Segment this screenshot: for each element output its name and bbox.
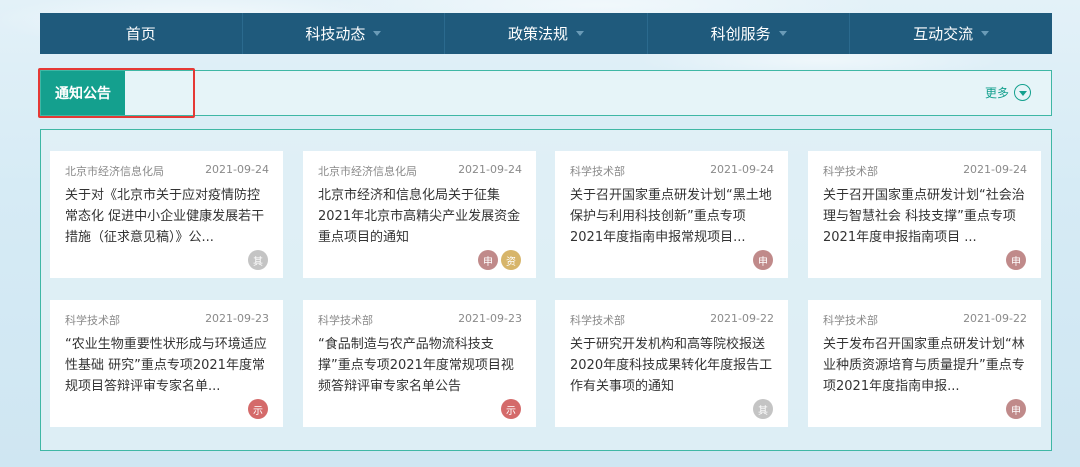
- category-tag-badge: 资: [501, 250, 521, 270]
- notice-card[interactable]: 科学技术部 2021-09-22 关于发布召开国家重点研发计划“林业种质资源培育与质…: [808, 300, 1041, 427]
- category-tag-badge: 申: [1006, 250, 1026, 270]
- card-tags: 申: [1006, 399, 1026, 419]
- card-title[interactable]: 关于召开国家重点研发计划“黑土地保护与利用科技创新”重点专项2021年度指南申报…: [570, 185, 774, 248]
- card-title[interactable]: 北京市经济和信息化局关于征集2021年北京市高精尖产业发展资金重点项目的通知: [318, 185, 522, 248]
- card-source: 科学技术部: [823, 314, 878, 327]
- card-meta: 北京市经济信息化局 2021-09-24: [318, 163, 522, 179]
- notice-card[interactable]: 科学技术部 2021-09-24 关于召开国家重点研发计划“黑土地保护与利用科技创新…: [555, 151, 788, 278]
- more-label: 更多: [984, 86, 1009, 100]
- card-meta: 科学技术部 2021-09-23: [65, 312, 269, 328]
- notice-card[interactable]: 科学技术部 2021-09-23 “食品制造与农产品物流科技支撑”重点专项2021年…: [303, 300, 536, 427]
- card-meta: 科学技术部 2021-09-24: [570, 163, 774, 179]
- card-tags: 示: [248, 399, 268, 419]
- card-meta: 科学技术部 2021-09-24: [823, 163, 1027, 179]
- nav-item-home[interactable]: 首页: [40, 13, 243, 54]
- card-meta: 科学技术部 2021-09-23: [318, 312, 522, 328]
- card-title[interactable]: “农业生物重要性状形成与环境适应性基础 研究”重点专项2021年度常规项目答辩评…: [65, 334, 269, 397]
- category-tag-badge: 其: [248, 250, 268, 270]
- category-tag-badge: 申: [1006, 399, 1026, 419]
- category-tag-badge: 示: [248, 399, 268, 419]
- card-date: 2021-09-24: [963, 163, 1027, 176]
- notice-card[interactable]: 科学技术部 2021-09-23 “农业生物重要性状形成与环境适应性基础 研究”重点…: [50, 300, 283, 427]
- notice-card[interactable]: 科学技术部 2021-09-24 关于召开国家重点研发计划“社会治理与智慧社会 科技…: [808, 151, 1041, 278]
- card-tags: 示: [501, 399, 521, 419]
- card-meta: 科学技术部 2021-09-22: [570, 312, 774, 328]
- category-tag-badge: 示: [501, 399, 521, 419]
- chevron-down-icon: [981, 31, 990, 36]
- card-title[interactable]: 关于发布召开国家重点研发计划“林业种质资源培育与质量提升”重点专项2021年度指…: [823, 334, 1027, 397]
- card-tags: 其: [753, 399, 773, 419]
- card-date: 2021-09-22: [710, 312, 774, 325]
- chevron-down-circle-icon: [1014, 84, 1031, 101]
- notice-grid: 北京市经济信息化局 2021-09-24 关于对《北京市关于应对疫情防控常态化 促进…: [40, 129, 1052, 451]
- card-date: 2021-09-24: [205, 163, 269, 176]
- nav-item-label: 科创服务: [710, 25, 771, 43]
- card-source: 科学技术部: [823, 165, 878, 178]
- nav-item-innovation-service[interactable]: 科创服务: [648, 13, 851, 54]
- card-tags: 申: [753, 250, 773, 270]
- card-date: 2021-09-24: [710, 163, 774, 176]
- card-source: 科学技术部: [65, 314, 120, 327]
- more-link[interactable]: 更多: [985, 84, 1031, 101]
- nav-item-label: 首页: [125, 25, 156, 43]
- nav-item-label: 科技动态: [305, 25, 366, 43]
- card-source: 北京市经济信息化局: [65, 165, 164, 178]
- card-source: 科学技术部: [570, 165, 625, 178]
- notice-card[interactable]: 北京市经济信息化局 2021-09-24 北京市经济和信息化局关于征集2021年北京…: [303, 151, 536, 278]
- card-title[interactable]: 关于召开国家重点研发计划“社会治理与智慧社会 科技支撑”重点专项2021年度申报…: [823, 185, 1027, 248]
- nav-item-tech-news[interactable]: 科技动态: [243, 13, 446, 54]
- category-tag-badge: 其: [753, 399, 773, 419]
- card-title[interactable]: “食品制造与农产品物流科技支撑”重点专项2021年度常规项目视频答辩评审专家名单…: [318, 334, 522, 397]
- card-source: 北京市经济信息化局: [318, 165, 417, 178]
- category-tag-badge: 申: [478, 250, 498, 270]
- nav-item-label: 政策法规: [507, 25, 568, 43]
- card-meta: 北京市经济信息化局 2021-09-24: [65, 163, 269, 179]
- nav-item-label: 互动交流: [913, 25, 974, 43]
- card-date: 2021-09-24: [458, 163, 522, 176]
- card-date: 2021-09-23: [458, 312, 522, 325]
- chevron-down-icon: [373, 31, 382, 36]
- nav-item-policy[interactable]: 政策法规: [445, 13, 648, 54]
- notice-card[interactable]: 北京市经济信息化局 2021-09-24 关于对《北京市关于应对疫情防控常态化 促进…: [50, 151, 283, 278]
- card-date: 2021-09-22: [963, 312, 1027, 325]
- main-nav: 首页 科技动态 政策法规 科创服务 互动交流: [40, 13, 1052, 54]
- nav-item-interaction[interactable]: 互动交流: [850, 13, 1052, 54]
- card-tags: 申: [1006, 250, 1026, 270]
- category-tag-badge: 申: [753, 250, 773, 270]
- chevron-down-icon: [575, 31, 584, 36]
- card-title[interactable]: 关于对《北京市关于应对疫情防控常态化 促进中小企业健康发展若干措施（征求意见稿）…: [65, 185, 269, 248]
- card-source: 科学技术部: [318, 314, 373, 327]
- card-date: 2021-09-23: [205, 312, 269, 325]
- highlight-box: [38, 68, 195, 118]
- card-title[interactable]: 关于研究开发机构和高等院校报送2020年度科技成果转化年度报告工作有关事项的通知: [570, 334, 774, 397]
- card-source: 科学技术部: [570, 314, 625, 327]
- notice-card[interactable]: 科学技术部 2021-09-22 关于研究开发机构和高等院校报送2020年度科技成果…: [555, 300, 788, 427]
- card-tags: 其: [248, 250, 268, 270]
- card-meta: 科学技术部 2021-09-22: [823, 312, 1027, 328]
- card-tags: 申资: [478, 250, 521, 270]
- chevron-down-icon: [778, 31, 787, 36]
